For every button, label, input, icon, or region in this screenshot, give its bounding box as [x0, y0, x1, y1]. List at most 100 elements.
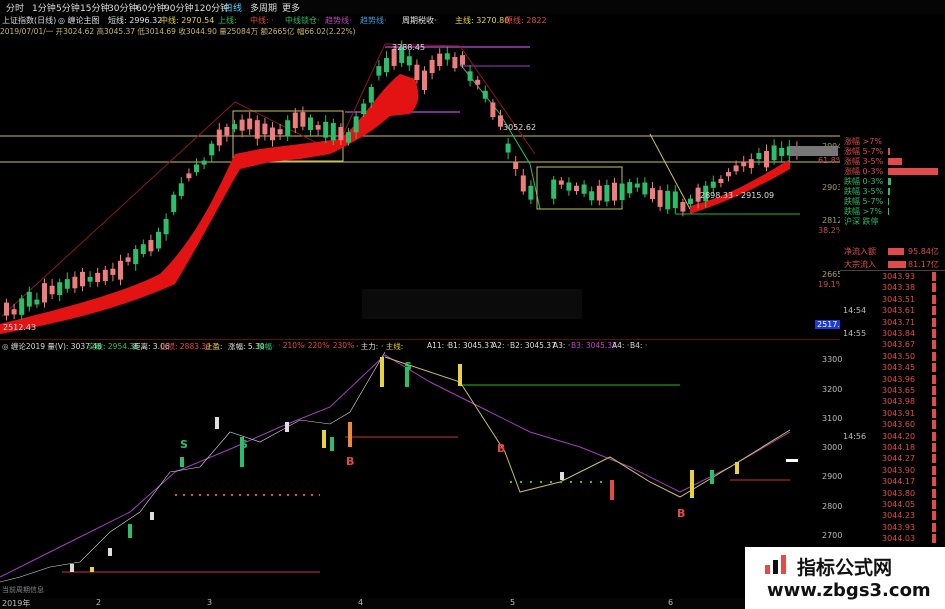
lower-item-13: A2: ·	[492, 341, 510, 350]
yellow-indicator-line	[384, 356, 791, 498]
white-indicator-line	[0, 352, 386, 583]
tick-row: 3043.60	[840, 420, 945, 431]
signal-bar	[150, 512, 154, 520]
lower-indicator-bar: ◎ 缠论2019 量(V): 3037.46 突破: 2954.36 距离: 3…	[0, 340, 840, 352]
x-label-2: 3	[207, 598, 213, 607]
x-axis: 2019年 2 3 4 5 6	[0, 598, 840, 609]
candle-body	[178, 183, 184, 196]
signal-b-2: B	[497, 442, 505, 455]
candle-body	[596, 185, 602, 201]
tick-row: 14:54 3043.61	[840, 306, 945, 317]
tick-volume-bar	[932, 488, 936, 498]
lower-item-3: 止盈:	[205, 342, 223, 351]
ltick-2900: 2900	[822, 472, 843, 481]
tab-5[interactable]: 60分钟	[136, 1, 165, 14]
candle-body	[300, 112, 306, 127]
tick-row: 3043.50	[840, 351, 945, 363]
tick-price: 3043.50	[882, 351, 916, 361]
tick-price: 3044.05	[882, 500, 916, 509]
candle-body	[528, 185, 534, 200]
tab-6[interactable]: 90分钟	[164, 1, 193, 14]
tick-row: 3043.93	[840, 272, 945, 283]
tick-row: 3043.93	[840, 522, 945, 534]
candle-body	[589, 191, 595, 201]
candle-body	[353, 116, 359, 133]
signal-bar	[90, 567, 94, 572]
indicator-name: ◎ 缠论主图	[58, 16, 100, 25]
tab-3[interactable]: 15分钟	[80, 1, 109, 14]
tab-2[interactable]: 5分钟	[56, 1, 80, 14]
tick-volume-bar	[932, 329, 936, 338]
candle-body	[216, 129, 222, 146]
tick-row: 3044.03	[840, 534, 945, 545]
tick-row: 3044.05	[840, 500, 945, 511]
candle-body	[64, 279, 70, 289]
signal-bar	[70, 564, 74, 572]
net-inflow-bar	[888, 248, 904, 255]
candle-body	[513, 162, 519, 169]
tick-price: 3044.17	[882, 477, 916, 487]
net-inflow-value: 95.84亿	[908, 247, 939, 256]
signal-bar	[285, 422, 289, 432]
price-label-mid: 3052.62	[503, 123, 536, 132]
tab-8[interactable]: 日线	[224, 1, 242, 14]
candle-body	[270, 127, 275, 141]
candle-body	[361, 103, 367, 115]
candle-body	[57, 282, 63, 295]
candle-body	[551, 179, 557, 199]
candle-body	[110, 268, 116, 275]
signal-bar	[560, 472, 564, 480]
tick-volume-bar	[932, 340, 936, 350]
candle-body	[482, 90, 488, 99]
masked-area	[362, 289, 582, 319]
candle-body	[665, 190, 671, 210]
candle-body	[148, 240, 154, 252]
bottom-note: 当前周期信息	[2, 585, 44, 594]
indicator-info-bar: 上证指数(日线) ◎ 缠论主图 短线: 2996.32 中线: 2970.54 …	[0, 14, 547, 26]
tick-volume-bar	[932, 317, 936, 327]
tick-row: 3043.98	[840, 397, 945, 408]
tab-10[interactable]: 更多	[282, 1, 300, 14]
candle-body	[80, 271, 85, 287]
tick-time: 14:55	[843, 329, 867, 338]
candle-body	[460, 55, 465, 65]
x-label-4: 5	[510, 598, 516, 607]
tick-price: 3043.51	[882, 294, 916, 304]
breadth-bar-2	[888, 158, 902, 165]
tick-row: 3043.71	[840, 317, 945, 329]
candle-body	[612, 182, 617, 201]
candle-body	[87, 276, 93, 282]
breadth-bar-6	[888, 198, 889, 205]
info-right-0: 主线: 3270.80	[455, 16, 510, 25]
candle-body	[604, 185, 610, 202]
tick-volume-bar	[932, 465, 936, 475]
candle-body	[741, 161, 747, 167]
tick-row: 3043.45	[840, 363, 945, 374]
tab-0[interactable]: 分时	[6, 1, 24, 14]
tab-1[interactable]: 1分钟	[32, 1, 56, 14]
watermark-title: 指标公式网	[797, 557, 893, 579]
tick-price: 3043.98	[882, 397, 916, 407]
tick-price: 3044.18	[882, 443, 916, 452]
tick-list[interactable]: 3043.93 3043.38 3043.51 14:54 3043.61 3043.71…	[840, 272, 945, 552]
signal-bar	[330, 437, 334, 451]
candle-body	[475, 79, 481, 85]
tick-price: 3043.61	[882, 306, 916, 316]
info-right-1: 原线: 2822	[505, 16, 547, 25]
tick-row: 3043.91	[840, 408, 945, 420]
tick-row: 3043.96	[840, 374, 945, 386]
lower-item-0: 突破: 2954.36	[88, 342, 139, 351]
breadth-bar-4	[888, 178, 891, 185]
candle-body	[634, 183, 640, 188]
candle-body	[209, 143, 215, 156]
white-marker	[786, 459, 798, 462]
logo-icon	[765, 555, 786, 574]
signal-bars	[70, 357, 739, 572]
tab-4[interactable]: 30分钟	[108, 1, 137, 14]
candle-body	[232, 124, 237, 130]
signal-bar	[710, 470, 714, 484]
breadth-label-8: 沪深 跌停	[844, 217, 879, 226]
tick-price: 3043.65	[882, 386, 916, 395]
tick-price: 3044.23	[882, 511, 916, 521]
tab-9[interactable]: 多周期	[250, 1, 277, 14]
